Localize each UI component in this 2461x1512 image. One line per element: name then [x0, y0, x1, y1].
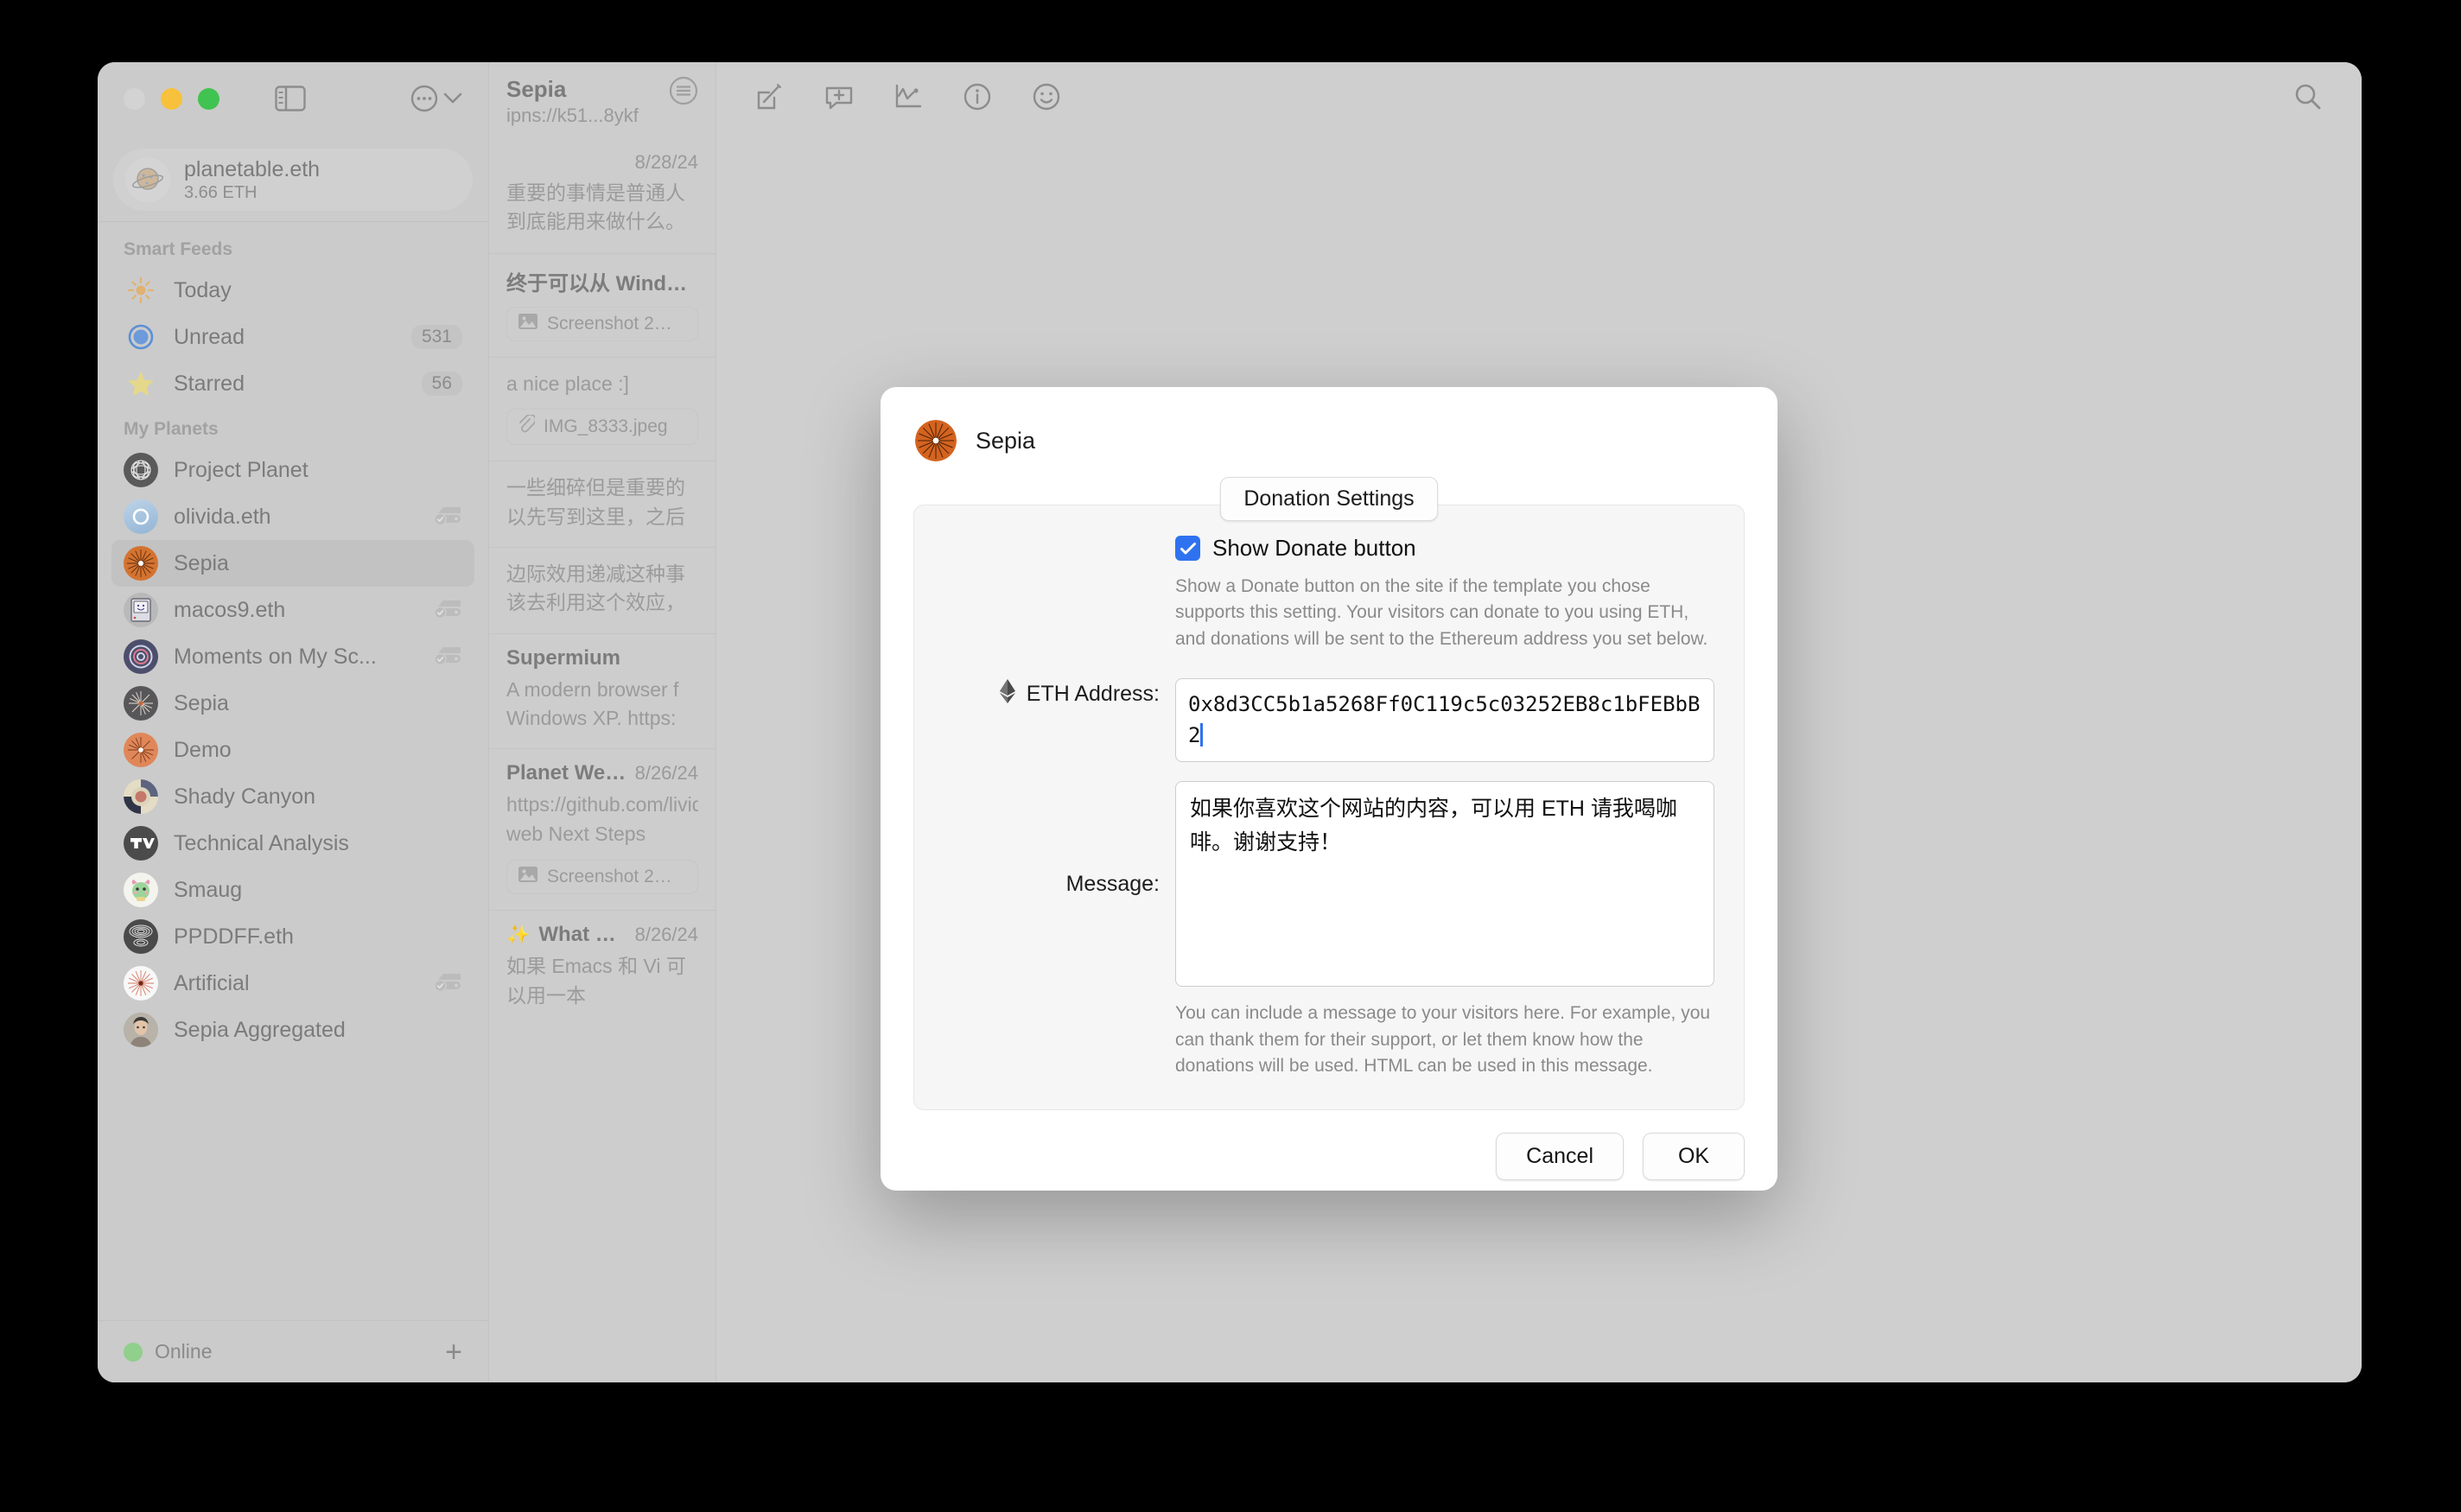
dialog-footer: Cancel OK: [881, 1110, 1777, 1206]
eth-address-row: ETH Address: 0x8d3CC5b1a5268Ff0C119c5c03…: [914, 678, 1744, 763]
message-textarea[interactable]: 如果你喜欢这个网站的内容，可以用 ETH 请我喝咖啡。谢谢支持！: [1175, 781, 1714, 988]
show-donate-checkbox[interactable]: [1175, 536, 1200, 561]
show-donate-label: Show Donate button: [1212, 535, 1416, 561]
show-donate-help-text: Show a Donate button on the site if the …: [1175, 576, 1708, 649]
text-caret: [1200, 722, 1204, 746]
eth-address-label: ETH Address:: [1026, 682, 1160, 707]
sepia-orange-icon: [915, 420, 957, 461]
donation-settings-panel: Show Donate button Show a Donate button …: [913, 505, 1745, 1110]
modal-backdrop: Sepia Donation Settings Show Donate butt…: [98, 62, 2362, 1382]
eth-address-input[interactable]: 0x8d3CC5b1a5268Ff0C119c5c03252EB8c1bFEBb…: [1175, 678, 1714, 763]
tab-donation-settings[interactable]: Donation Settings: [1220, 477, 1438, 521]
donation-settings-dialog: Sepia Donation Settings Show Donate butt…: [881, 387, 1777, 1191]
message-row: Message: 如果你喜欢这个网站的内容，可以用 ETH 请我喝咖啡。谢谢支持…: [914, 781, 1744, 988]
dialog-header: Sepia: [881, 387, 1777, 461]
eth-address-value: 0x8d3CC5b1a5268Ff0C119c5c03252EB8c1bFEBb…: [1188, 692, 1701, 747]
app-window: planetable.eth 3.66 ETH Smart Feeds Toda…: [98, 62, 2362, 1382]
show-donate-row: Show Donate button Show a Donate button …: [914, 535, 1744, 652]
ok-button[interactable]: OK: [1643, 1132, 1745, 1180]
message-label: Message:: [1065, 871, 1160, 896]
dialog-app-title: Sepia: [976, 427, 1036, 454]
show-donate-checkbox-row[interactable]: Show Donate button: [1175, 535, 1714, 562]
ethereum-diamond-icon: [999, 678, 1016, 710]
eth-address-label-wrap: ETH Address:: [944, 678, 1175, 710]
cancel-button[interactable]: Cancel: [1496, 1132, 1624, 1180]
message-help-wrap: You can include a message to your visito…: [914, 1001, 1744, 1079]
message-help-text: You can include a message to your visito…: [1175, 1003, 1711, 1077]
